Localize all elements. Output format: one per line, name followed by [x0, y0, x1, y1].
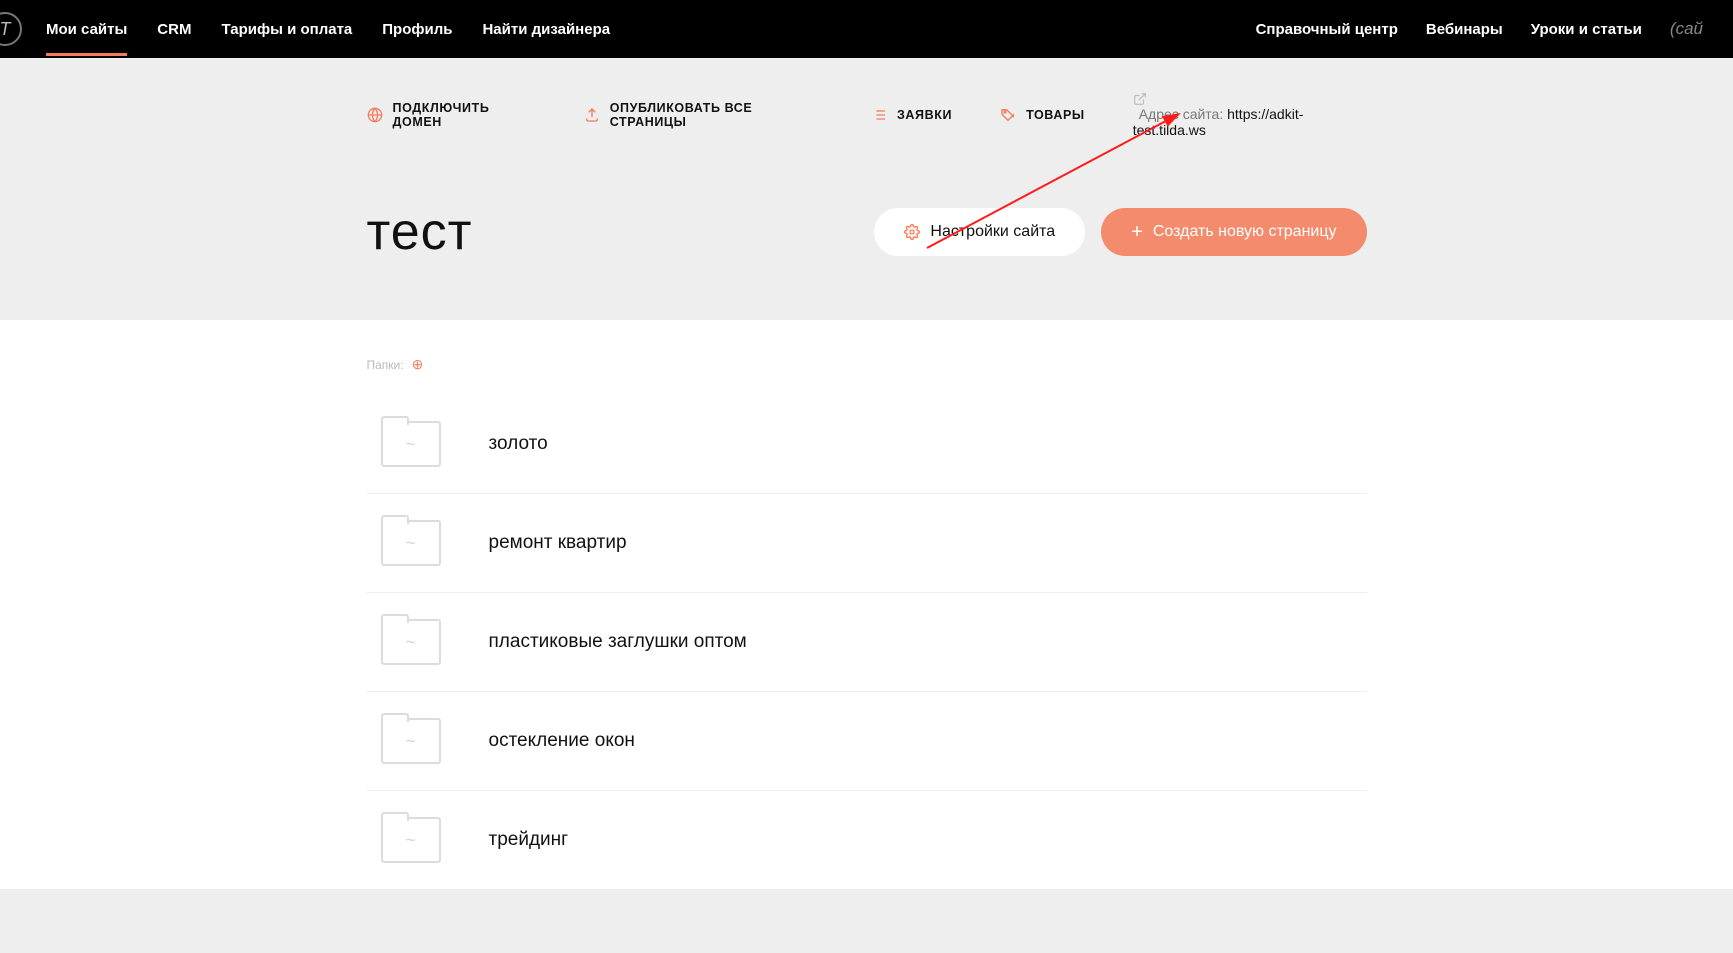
- folder-name: остекление окон: [489, 730, 635, 752]
- action-bar: ПОДКЛЮЧИТЬ ДОМЕН ОПУБЛИКОВАТЬ ВСЕ СТРАНИ…: [367, 92, 1367, 138]
- list-icon: [871, 107, 887, 123]
- nav-articles[interactable]: Уроки и статьи: [1531, 21, 1642, 38]
- add-folder-icon[interactable]: ⊕: [412, 356, 424, 373]
- folder-row[interactable]: ~ ремонт квартир: [367, 494, 1367, 593]
- site-title: тест: [367, 202, 473, 262]
- title-bar: тест Настройки сайта + Создать новую стр…: [367, 202, 1367, 262]
- action-publish-all[interactable]: ОПУБЛИКОВАТЬ ВСЕ СТРАНИЦЫ: [584, 101, 823, 129]
- action-label: ПОДКЛЮЧИТЬ ДОМЕН: [393, 101, 536, 129]
- logo[interactable]: T: [0, 12, 22, 46]
- folders-header: Папки: ⊕: [367, 356, 1367, 373]
- nav-trailing-text: (сай: [1670, 19, 1703, 39]
- nav-help-center[interactable]: Справочный центр: [1256, 21, 1398, 38]
- site-address: Адрес сайта: https://adkit-test.tilda.ws: [1133, 92, 1367, 138]
- folders-label-text: Папки:: [367, 358, 404, 372]
- nav-crm[interactable]: CRM: [157, 3, 191, 56]
- action-label: ТОВАРЫ: [1026, 108, 1085, 122]
- nav-billing[interactable]: Тарифы и оплата: [221, 3, 352, 56]
- site-address-label: Адрес сайта:: [1139, 106, 1224, 122]
- folder-icon: ~: [381, 817, 441, 863]
- folder-row[interactable]: ~ пластиковые заглушки оптом: [367, 593, 1367, 692]
- nav-find-designer[interactable]: Найти дизайнера: [482, 3, 610, 56]
- action-label: ОПУБЛИКОВАТЬ ВСЕ СТРАНИЦЫ: [610, 101, 823, 129]
- gear-icon: [904, 224, 920, 240]
- nav-webinars[interactable]: Вебинары: [1426, 21, 1503, 38]
- upload-icon: [584, 107, 600, 123]
- title-buttons: Настройки сайта + Создать новую страницу: [874, 208, 1366, 256]
- tag-icon: [1000, 107, 1016, 123]
- folder-icon: ~: [381, 520, 441, 566]
- nav-left: Мои сайты CRM Тарифы и оплата Профиль На…: [46, 3, 610, 56]
- action-label: ЗАЯВКИ: [897, 108, 952, 122]
- folder-icon: ~: [381, 421, 441, 467]
- folder-row[interactable]: ~ остекление окон: [367, 692, 1367, 791]
- nav-my-sites[interactable]: Мои сайты: [46, 3, 127, 56]
- folder-name: ремонт квартир: [489, 532, 627, 554]
- plus-icon: +: [1131, 222, 1143, 242]
- external-link-icon: [1133, 92, 1367, 106]
- action-connect-domain[interactable]: ПОДКЛЮЧИТЬ ДОМЕН: [367, 101, 536, 129]
- folder-icon: ~: [381, 619, 441, 665]
- button-label: Создать новую страницу: [1153, 223, 1337, 241]
- folder-icon: ~: [381, 718, 441, 764]
- globe-icon: [367, 107, 383, 123]
- action-products[interactable]: ТОВАРЫ: [1000, 107, 1085, 123]
- site-settings-button[interactable]: Настройки сайта: [874, 208, 1085, 256]
- folder-name: золото: [489, 433, 548, 455]
- action-leads[interactable]: ЗАЯВКИ: [871, 107, 952, 123]
- folder-row[interactable]: ~ золото: [367, 395, 1367, 494]
- button-label: Настройки сайта: [930, 223, 1055, 241]
- folder-name: трейдинг: [489, 829, 569, 851]
- nav-profile[interactable]: Профиль: [382, 3, 452, 56]
- folder-row[interactable]: ~ трейдинг: [367, 791, 1367, 889]
- hero-section: ПОДКЛЮЧИТЬ ДОМЕН ОПУБЛИКОВАТЬ ВСЕ СТРАНИ…: [0, 58, 1733, 320]
- folder-name: пластиковые заглушки оптом: [489, 631, 747, 653]
- nav-right: Справочный центр Вебинары Уроки и статьи…: [1256, 19, 1703, 39]
- top-nav: T Мои сайты CRM Тарифы и оплата Профиль …: [0, 0, 1733, 58]
- content-area: Папки: ⊕ ~ золото ~ ремонт квартир ~ пла…: [0, 320, 1733, 889]
- create-page-button[interactable]: + Создать новую страницу: [1101, 208, 1366, 256]
